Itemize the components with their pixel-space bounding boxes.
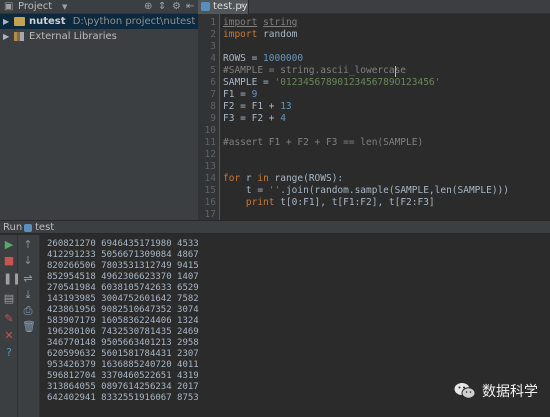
collapse-all-icon[interactable]: ⇕ (158, 1, 166, 13)
line-number: 11 (204, 137, 216, 148)
code-line-1: import string (223, 17, 298, 28)
line-number: 2 (210, 29, 216, 40)
line-number: 13 (204, 161, 216, 172)
code-line-9: F3 = F2 + 4 (223, 113, 286, 124)
expand-caret-icon[interactable]: ▶ (3, 29, 9, 44)
line-number: 6 (210, 77, 216, 88)
run-config-name: test (35, 222, 55, 233)
watermark: 数据科学 (454, 381, 538, 401)
expand-caret-icon[interactable]: ▶ (3, 14, 9, 29)
python-file-icon (201, 2, 210, 11)
code-line-14: for r in range(ROWS): (223, 173, 344, 184)
line-number: 7 (210, 89, 216, 100)
python-config-icon (24, 224, 32, 232)
watermark-text: 数据科学 (482, 384, 538, 400)
tree-item-label: nutest (29, 16, 66, 27)
clear-all-icon[interactable]: 🗑 (22, 321, 36, 333)
output-line: 196280106 7432530781435 2469 (47, 327, 199, 337)
pause-icon[interactable]: ❚❚ (3, 273, 21, 285)
code-line-2: import random (223, 29, 298, 40)
wechat-icon (454, 382, 476, 400)
line-number-gutter: 1 2 3 4 5 6 7 8 9 10 11 12 13 14 15 16 1… (198, 14, 220, 220)
tree-item-label: External Libraries (29, 31, 117, 42)
output-line: 412291233 5056671309084 4867 (47, 250, 199, 260)
stop-icon[interactable]: ■ (3, 255, 15, 267)
code-line-15: t = ''.join(random.sample(SAMPLE,len(SAM… (223, 185, 509, 196)
scroll-to-end-icon[interactable]: ⤓ (22, 289, 34, 301)
line-number: 10 (204, 125, 216, 136)
output-line: 313864055 0897614256234 2017 (47, 382, 199, 392)
tree-item-external-libraries[interactable]: ▶ External Libraries (0, 29, 198, 44)
line-number: 14 (204, 173, 216, 184)
output-line: 820266506 7803531312749 9415 (47, 261, 199, 271)
soft-wrap-icon[interactable]: ⇌ (22, 273, 34, 285)
output-line: 270541984 6038105742633 6529 (47, 283, 199, 293)
output-line: 143193985 3004752601642 7582 (47, 294, 199, 304)
output-line: 423861956 9082510647352 3074 (47, 305, 199, 315)
project-tree: ▶ nutest D:\python project\nutest ▶ Exte… (0, 14, 198, 220)
rerun-icon[interactable]: ▶ (3, 239, 15, 251)
folder-icon (14, 17, 25, 26)
console-tools: ↑ ↓ ⇌ ⤓ ⎙ 🗑 (18, 235, 40, 417)
scroll-up-icon[interactable]: ↑ (22, 239, 34, 251)
line-number: 9 (210, 113, 216, 124)
view-dropdown-chevron-icon[interactable]: ▼ (62, 1, 67, 13)
code-line-8: F2 = F1 + 13 (223, 101, 292, 112)
help-icon[interactable]: ? (3, 347, 15, 359)
text-cursor (395, 66, 396, 77)
line-number: 4 (210, 53, 216, 64)
close-run-icon[interactable]: ✕ (3, 330, 15, 342)
line-number: 5 (210, 65, 216, 76)
tab-test-py[interactable]: test.py × (198, 0, 249, 14)
code-line-4: ROWS = 1000000 (223, 53, 304, 64)
output-line: 852954518 4962306623370 1407 (47, 272, 199, 282)
output-line: 346770148 9505663401213 2958 (47, 338, 199, 348)
scroll-down-icon[interactable]: ↓ (22, 255, 34, 267)
output-line: 953426379 1636885240720 4011 (47, 360, 199, 370)
print-icon[interactable]: ⎙ (22, 305, 34, 317)
run-panel-label: Run (3, 222, 23, 233)
layout-icon[interactable]: ▤ (3, 293, 15, 305)
pin-icon[interactable]: ✎ (3, 313, 15, 325)
output-line: 260821270 6946435171980 4533 (47, 239, 199, 249)
gear-icon[interactable]: ⚙ (172, 1, 181, 13)
run-panel-header: Run test (0, 220, 550, 234)
hide-panel-icon[interactable]: ⇤ (186, 1, 194, 13)
output-line: 583907179 1605836224406 1324 (47, 316, 199, 326)
code-line-5: #SAMPLE = string.ascii_lowercase (223, 65, 407, 76)
code-line-7: F1 = 9 (223, 89, 258, 100)
output-line: 642402941 8332551916067 8753 (47, 393, 199, 403)
code-line-6: SAMPLE = '01234567890123456789O123456' (223, 77, 441, 88)
line-number: 16 (204, 197, 216, 208)
output-line: 620599632 5601581784431 2307 (47, 349, 199, 359)
project-panel-header: ▣ Project ▼ ⊕ ⇕ ⚙ ⇤ (0, 0, 198, 14)
line-number: 12 (204, 149, 216, 160)
line-number: 1 (210, 17, 216, 28)
line-number: 15 (204, 185, 216, 196)
code-editor[interactable]: import string import random ROWS = 10000… (221, 14, 550, 220)
tree-item-nutest[interactable]: ▶ nutest D:\python project\nutest (0, 14, 198, 29)
editor-tab-bar: test.py × (198, 0, 550, 14)
tree-item-path: D:\python project\nutest (72, 16, 196, 27)
output-line: 596812704 3370460522651 4319 (47, 371, 199, 381)
code-line-16: print t[0:F1], t[F1:F2], t[F2:F3] (245, 197, 435, 208)
settings-target-icon[interactable]: ⊕ (144, 1, 152, 13)
line-number: 8 (210, 101, 216, 112)
project-panel-title: Project (18, 1, 53, 12)
project-view-icon: ▣ (4, 1, 14, 12)
close-tab-icon[interactable]: × (239, 1, 247, 13)
library-icon (14, 32, 24, 41)
line-number: 3 (210, 41, 216, 52)
run-controls: ▶ ■ ❚❚ ▤ ✎ ✕ ? (0, 235, 21, 417)
code-line-11: #assert F1 + F2 + F3 == len(SAMPLE) (223, 137, 424, 148)
